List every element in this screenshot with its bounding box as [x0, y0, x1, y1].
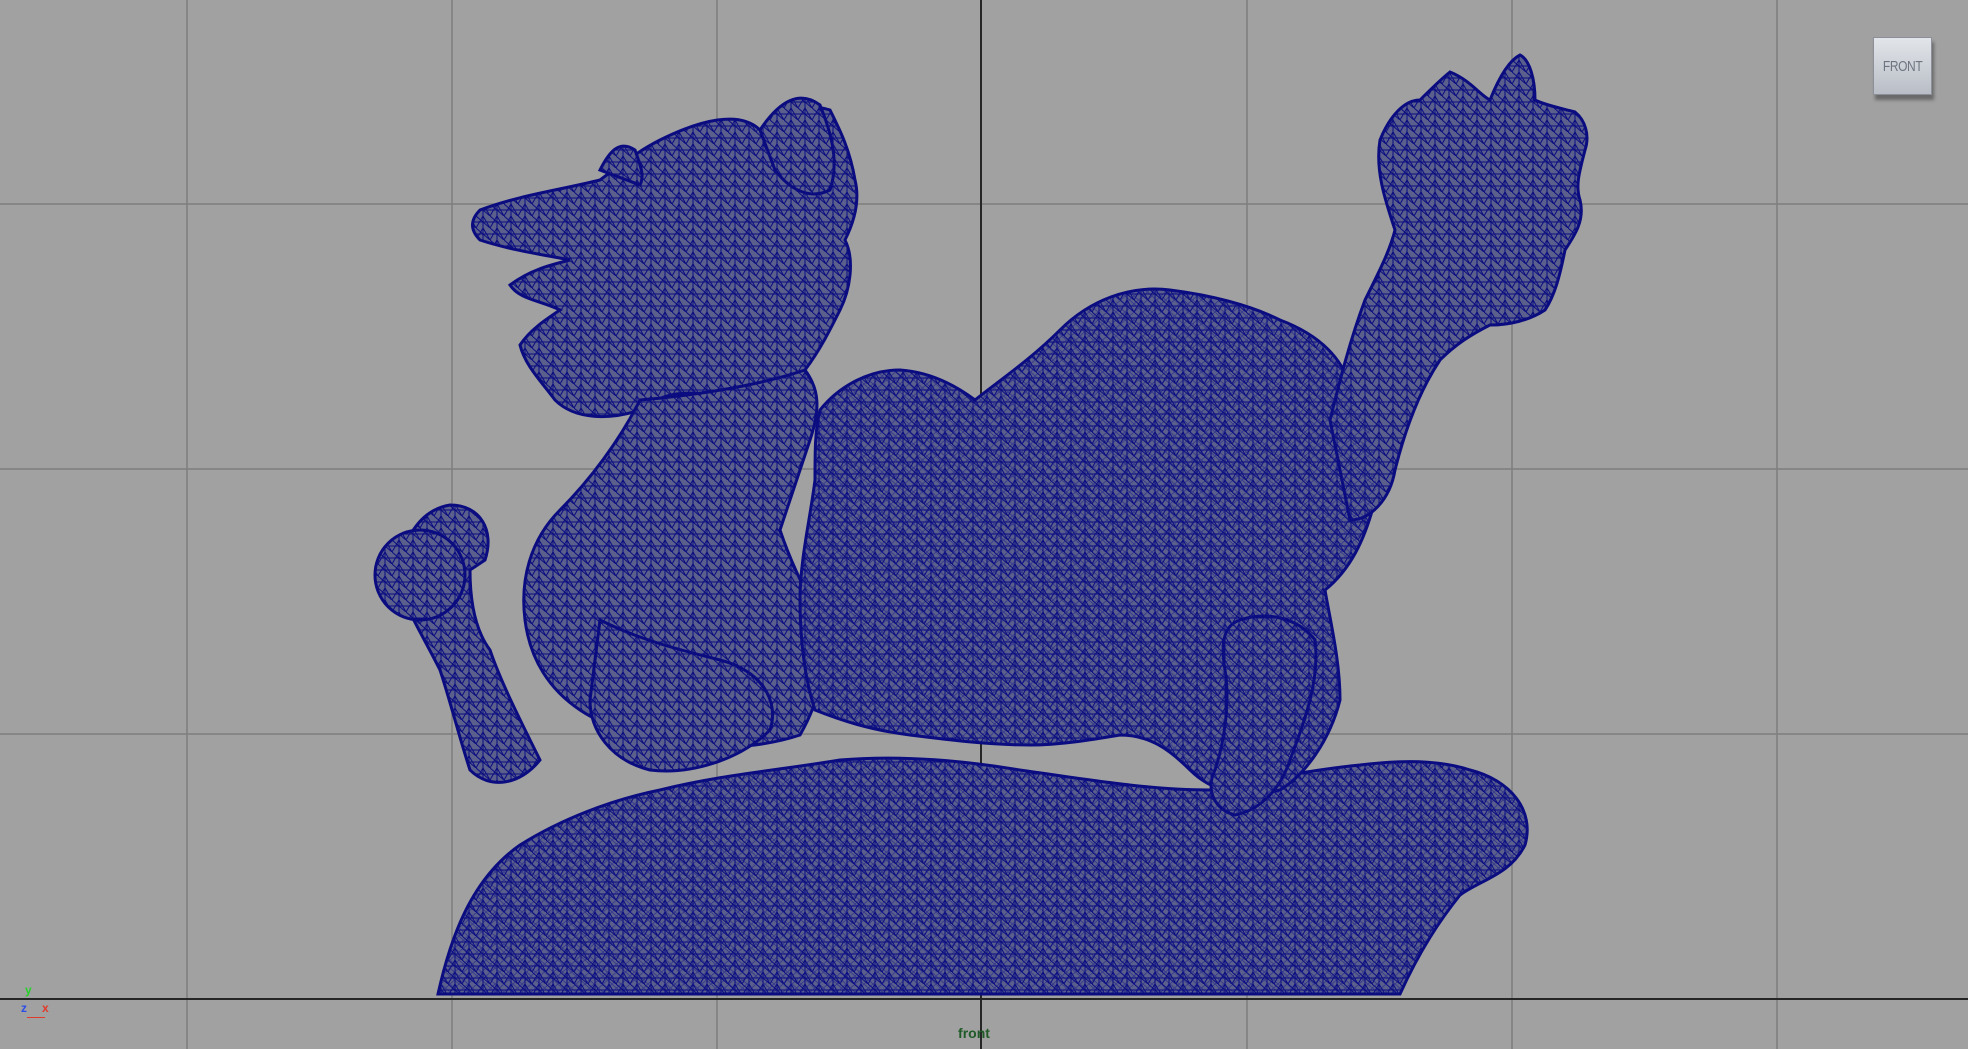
- axis-x-line: [27, 1017, 45, 1018]
- axis-y-label: y: [25, 983, 32, 997]
- viewport-canvas[interactable]: [0, 0, 1968, 1049]
- axis-z-label: z: [21, 1001, 27, 1015]
- axis-gizmo: y z x: [18, 983, 58, 1023]
- view-cube[interactable]: FRONT: [1873, 37, 1932, 95]
- view-cube-label: FRONT: [1882, 57, 1923, 75]
- axis-x-label: x: [42, 1001, 49, 1015]
- camera-name-label: front: [958, 1025, 990, 1041]
- front-viewport[interactable]: FRONT y z x front: [0, 0, 1968, 1049]
- mesh-pearl: [373, 528, 467, 622]
